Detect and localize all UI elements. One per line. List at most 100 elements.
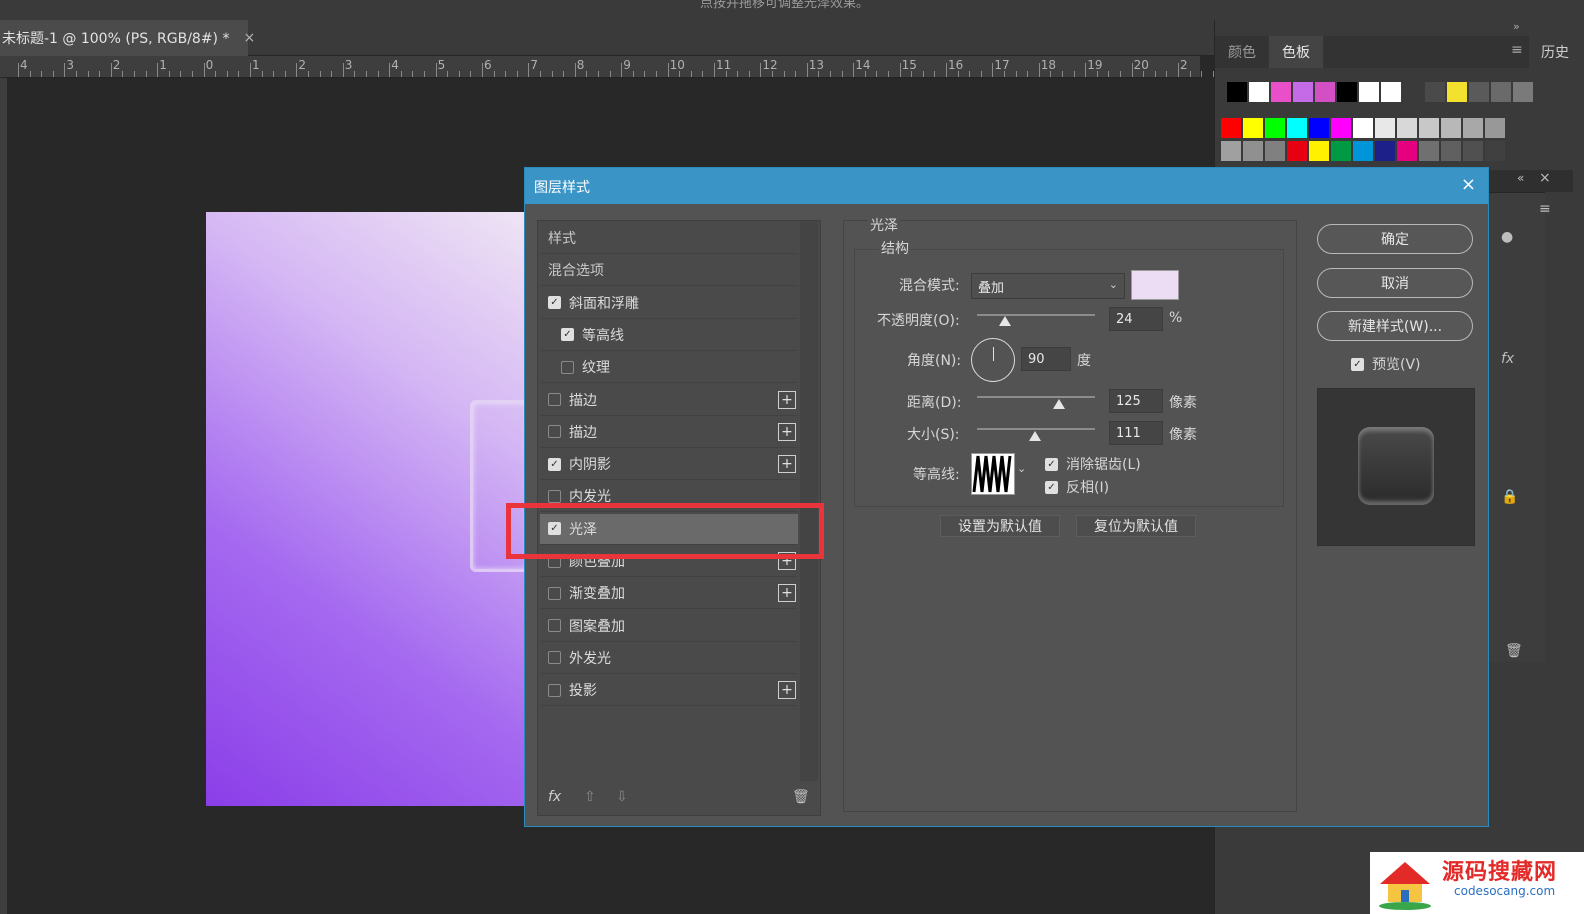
swatch[interactable] <box>1287 141 1307 161</box>
angle-input[interactable]: 90 <box>1021 347 1071 371</box>
panel-menu-icon[interactable]: ≡ <box>1511 42 1523 58</box>
cancel-button[interactable]: 取消 <box>1317 268 1473 298</box>
style-checkbox[interactable] <box>548 683 561 697</box>
fx-icon[interactable]: fx <box>1501 351 1514 367</box>
swatch[interactable] <box>1337 82 1357 102</box>
swatch[interactable] <box>1353 141 1373 161</box>
swatch[interactable] <box>1419 141 1439 161</box>
angle-dial[interactable] <box>971 338 1015 382</box>
tab-history[interactable]: 历史 <box>1541 42 1569 62</box>
antialias-checkbox[interactable]: ✓ 消除锯齿(L) <box>1045 454 1141 474</box>
add-effect-icon[interactable]: + <box>778 681 796 700</box>
swatch[interactable] <box>1227 82 1247 102</box>
close-icon[interactable]: × <box>1461 174 1476 195</box>
swatch[interactable] <box>1249 82 1269 102</box>
size-input[interactable]: 111 <box>1109 421 1163 445</box>
move-down-icon[interactable]: ⇩ <box>616 789 628 805</box>
style-item[interactable]: 描边 + <box>540 417 798 448</box>
tab-swatches[interactable]: 色板 <box>1269 36 1323 68</box>
size-slider-thumb[interactable] <box>1029 431 1041 441</box>
style-item[interactable]: 描边 + <box>540 385 798 416</box>
reset-default-button[interactable]: 复位为默认值 <box>1076 515 1196 537</box>
swatch[interactable] <box>1447 82 1467 102</box>
close-icon[interactable]: × <box>243 30 255 46</box>
add-effect-icon[interactable]: + <box>778 584 796 603</box>
style-checkbox[interactable] <box>561 360 574 374</box>
contour-preview[interactable] <box>971 453 1015 495</box>
document-tab[interactable]: 未标题-1 @ 100% (PS, RGB/8#) * × <box>0 20 255 56</box>
swatch[interactable] <box>1485 118 1505 138</box>
style-item[interactable]: ✓ 内阴影 + <box>540 449 798 481</box>
style-checkbox[interactable] <box>548 425 561 439</box>
swatch[interactable] <box>1463 141 1483 161</box>
swatch[interactable] <box>1265 118 1285 138</box>
swatch[interactable] <box>1485 141 1505 161</box>
panel-menu-icon-2[interactable]: ≡ <box>1539 201 1551 217</box>
swatch[interactable] <box>1287 118 1307 138</box>
collapse-icon[interactable]: « <box>1517 171 1524 185</box>
swatch[interactable] <box>1271 82 1291 102</box>
style-item[interactable]: 投影 + <box>540 675 798 707</box>
add-effect-icon[interactable]: + <box>778 422 796 441</box>
style-list-header[interactable]: 混合选项 <box>540 255 798 287</box>
swatch[interactable] <box>1491 82 1511 102</box>
swatch[interactable] <box>1265 141 1285 161</box>
style-item[interactable]: 渐变叠加 + <box>540 578 798 610</box>
swatch[interactable] <box>1381 82 1401 102</box>
swatch[interactable] <box>1463 118 1483 138</box>
style-item[interactable]: ✓ 等高线 <box>540 320 798 351</box>
swatch[interactable] <box>1359 82 1379 102</box>
set-default-button[interactable]: 设置为默认值 <box>940 515 1060 537</box>
opacity-slider-track[interactable] <box>977 314 1095 316</box>
expand-panels-icon[interactable]: » <box>1513 20 1520 33</box>
swatch[interactable] <box>1403 82 1423 102</box>
close-panel-icon[interactable]: × <box>1539 170 1551 186</box>
opacity-slider-thumb[interactable] <box>999 316 1011 326</box>
swatch[interactable] <box>1293 82 1313 102</box>
move-up-icon[interactable]: ⇧ <box>584 789 596 805</box>
invert-checkbox[interactable]: ✓ 反相(I) <box>1045 477 1109 497</box>
swatch[interactable] <box>1243 141 1263 161</box>
preview-checkbox[interactable]: ✓ 预览(V) <box>1351 354 1421 374</box>
swatch[interactable] <box>1397 118 1417 138</box>
new-style-button[interactable]: 新建样式(W)... <box>1317 311 1473 341</box>
style-checkbox[interactable]: ✓ <box>561 328 574 342</box>
swatch[interactable] <box>1469 82 1489 102</box>
style-checkbox[interactable]: ✓ <box>548 457 561 471</box>
ok-button[interactable]: 确定 <box>1317 224 1473 254</box>
contour-chevron-down-icon[interactable]: ⌄ <box>1017 462 1026 475</box>
swatch[interactable] <box>1513 82 1533 102</box>
distance-input[interactable]: 125 <box>1109 389 1163 413</box>
distance-slider-track[interactable] <box>977 396 1095 398</box>
add-effect-icon[interactable]: + <box>778 390 796 409</box>
style-item[interactable]: ✓ 斜面和浮雕 <box>540 288 798 319</box>
style-checkbox[interactable] <box>548 393 561 406</box>
distance-slider-thumb[interactable] <box>1053 399 1065 409</box>
style-list-scrollbar[interactable] <box>800 221 818 781</box>
swatch[interactable] <box>1375 141 1395 161</box>
style-checkbox[interactable] <box>548 489 561 503</box>
dialog-title-bar[interactable]: 图层样式 × <box>525 168 1488 204</box>
fx-menu-icon[interactable]: fx <box>548 789 561 805</box>
delete-layer-icon[interactable]: 🗑 <box>1505 643 1523 659</box>
swatch[interactable] <box>1309 118 1329 138</box>
style-item[interactable]: 外发光 <box>540 643 798 674</box>
blend-mode-select[interactable]: 叠加 ⌄ <box>971 273 1125 299</box>
tab-color[interactable]: 颜色 <box>1215 36 1269 68</box>
style-item[interactable]: 纹理 <box>540 352 798 384</box>
swatch[interactable] <box>1221 141 1241 161</box>
swatch[interactable] <box>1243 118 1263 138</box>
style-item[interactable]: 图案叠加 <box>540 611 798 642</box>
size-slider-track[interactable] <box>977 428 1095 430</box>
opacity-input[interactable]: 24 <box>1109 307 1163 331</box>
style-checkbox[interactable] <box>548 651 561 665</box>
swatch[interactable] <box>1397 141 1417 161</box>
style-checkbox[interactable]: ✓ <box>548 296 561 310</box>
swatch[interactable] <box>1221 118 1241 138</box>
style-checkbox[interactable] <box>548 619 561 633</box>
visibility-dot-icon[interactable]: ● <box>1501 229 1513 245</box>
delete-effect-icon[interactable]: 🗑 <box>792 789 810 805</box>
swatch[interactable] <box>1425 82 1445 102</box>
swatch[interactable] <box>1353 118 1373 138</box>
swatch[interactable] <box>1375 118 1395 138</box>
